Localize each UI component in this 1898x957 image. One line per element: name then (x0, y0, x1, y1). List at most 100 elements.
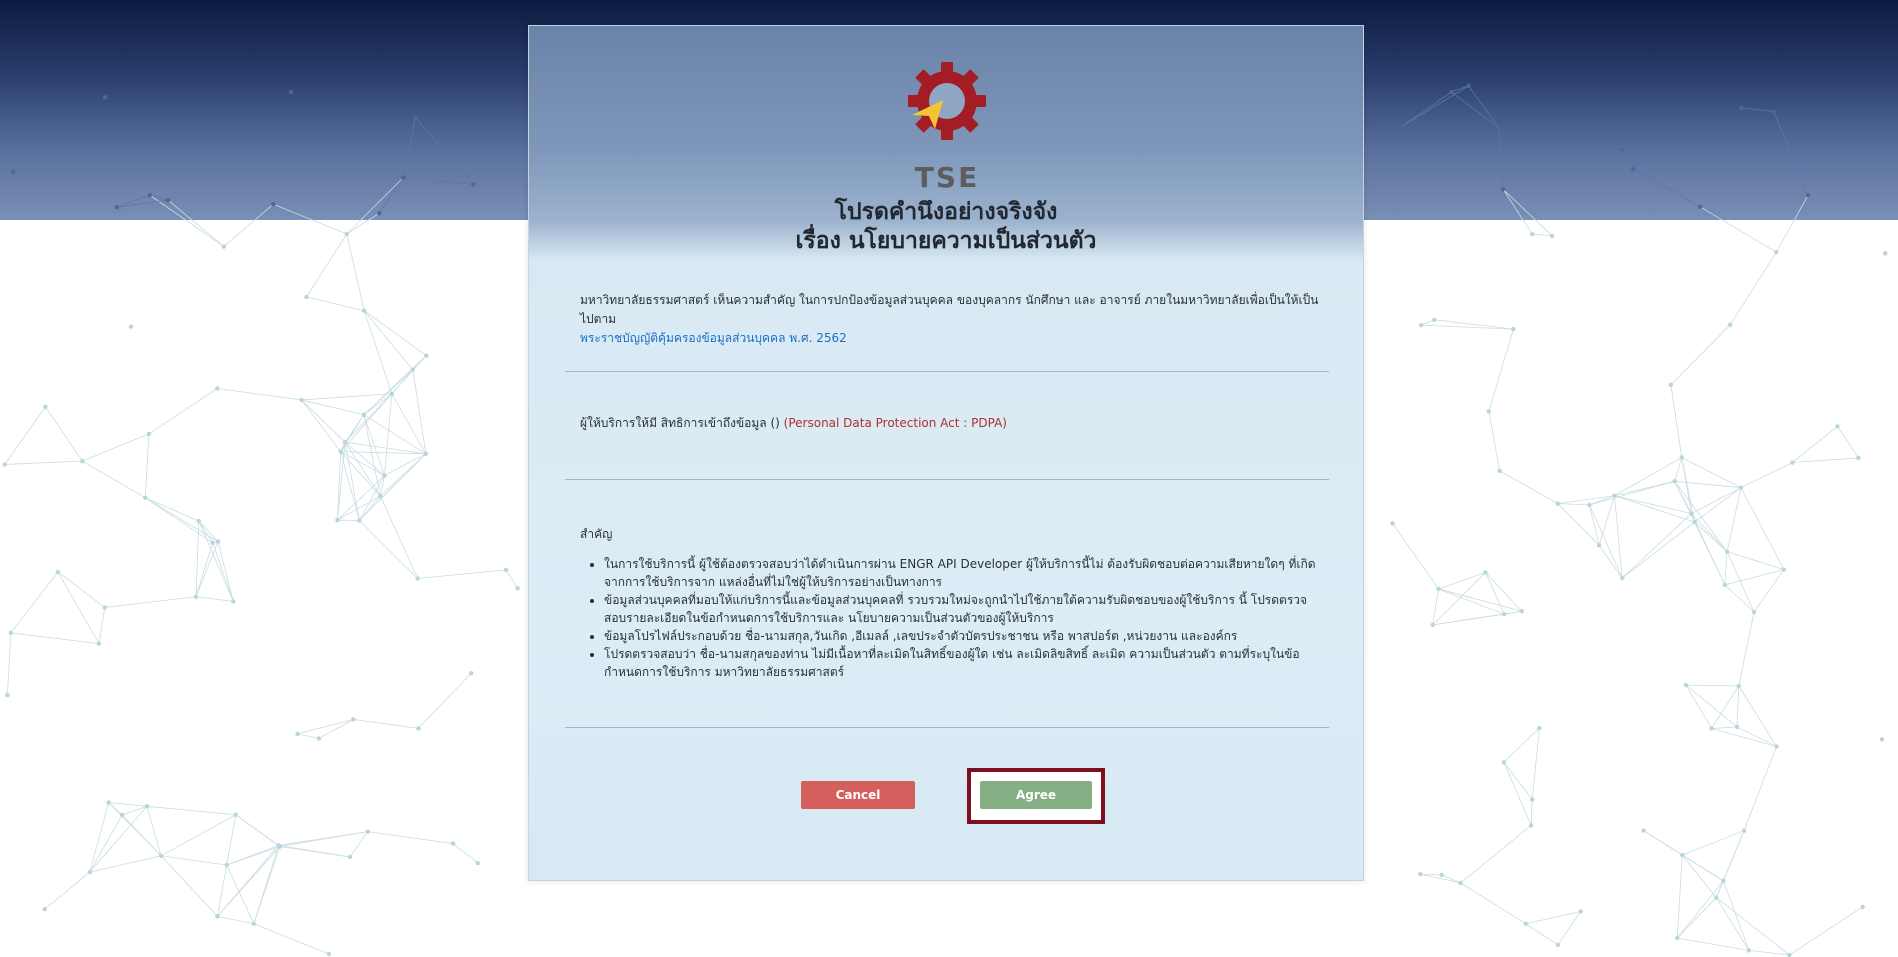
network-line (452, 843, 478, 864)
network-node (1511, 326, 1516, 332)
network-line (1736, 685, 1740, 727)
network-line (1738, 612, 1755, 686)
network-line (363, 393, 393, 416)
network-node (102, 605, 108, 610)
network-node (1519, 609, 1524, 614)
network-line (301, 393, 392, 401)
network-line (306, 296, 365, 312)
cancel-button[interactable]: Cancel (801, 781, 915, 809)
network-node (1620, 575, 1625, 581)
network-node (304, 294, 309, 300)
network-node (361, 412, 367, 417)
network-line (378, 177, 404, 214)
network-line (1525, 911, 1581, 925)
pdpa-label: (Personal Data Protection Act : PDPA) (783, 416, 1007, 430)
network-line (212, 542, 234, 602)
network-node (1436, 586, 1441, 592)
network-line (89, 814, 123, 873)
network-line (145, 497, 219, 542)
network-line (346, 177, 404, 235)
network-node (1523, 921, 1528, 926)
network-line (344, 442, 360, 521)
network-node (231, 599, 236, 604)
network-node (1587, 502, 1592, 508)
network-node (251, 921, 256, 926)
intro-paragraph: มหาวิทยาลัยธรรมศาสตร์ เห็นความสำคัญ ในกา… (580, 291, 1324, 348)
network-line (1557, 911, 1582, 946)
network-line (1775, 195, 1809, 253)
network-line (1724, 584, 1755, 613)
network-line (1789, 906, 1863, 956)
network-node (450, 841, 456, 846)
network-node (277, 844, 283, 849)
network-line (145, 497, 199, 522)
network-node (1739, 105, 1744, 111)
network-node (1734, 724, 1740, 730)
network-line (505, 569, 518, 589)
network-line (297, 733, 320, 739)
network-node (1736, 683, 1741, 689)
network-node (1483, 570, 1488, 575)
title-line-1: โปรดคำนึงอย่างจริงจัง (834, 199, 1058, 225)
network-node (423, 451, 429, 457)
agree-button[interactable]: Agree (980, 781, 1092, 809)
intro-text: มหาวิทยาลัยธรรมศาสตร์ เห็นความสำคัญ ในกา… (580, 293, 1319, 326)
network-node (1774, 744, 1779, 749)
network-node (416, 726, 421, 731)
network-line (149, 194, 169, 201)
network-node (1466, 83, 1471, 89)
network-node (1746, 948, 1752, 953)
network-line (195, 596, 234, 602)
network-line (1711, 685, 1740, 729)
network-node (344, 231, 349, 237)
network-node (224, 862, 229, 868)
network-line (1792, 426, 1838, 463)
network-node (1418, 322, 1424, 328)
network-node (1439, 872, 1444, 878)
network-line (149, 194, 225, 247)
network-line (1685, 684, 1712, 729)
network-line (1432, 572, 1486, 626)
network-line (226, 814, 237, 866)
network-node (1400, 123, 1406, 128)
network-line (1598, 495, 1615, 546)
network-node (221, 244, 227, 249)
network-node (215, 914, 220, 919)
network-node (413, 115, 418, 120)
network-line (391, 355, 427, 395)
network-node (43, 404, 48, 410)
list-item: ข้อมูลส่วนบุคคลที่มอบให้แก่บริการนี้และข… (604, 591, 1324, 627)
pdpa-act-link[interactable]: พระราชบัญญัติคุ้มครองข้อมูลส่วนบุคคล พ.ศ… (580, 331, 847, 345)
rights-statement: ผู้ให้บริการให้มี สิทธิการเข้าถึงข้อมูล … (580, 414, 1007, 432)
network-node (1502, 611, 1507, 617)
network-node (1781, 567, 1787, 572)
network-node (1774, 250, 1779, 255)
network-node (335, 517, 340, 523)
network-line (1402, 85, 1469, 126)
network-node (1390, 521, 1395, 526)
network-line (1499, 470, 1558, 504)
network-line (45, 406, 83, 462)
network-line (223, 203, 274, 247)
network-node (1530, 231, 1535, 237)
network-node (1596, 543, 1602, 548)
network-node (1500, 187, 1506, 192)
network-line (195, 541, 219, 597)
network-line (44, 871, 91, 910)
network-line (1773, 111, 1809, 196)
network-line (367, 831, 454, 844)
network-line (1598, 544, 1623, 579)
page: TSE โปรดคำนึงอย่างจริงจัง เรื่อง นโยบายค… (0, 0, 1898, 957)
network-line (1488, 411, 1501, 471)
network-node (106, 800, 111, 805)
network-line (1691, 487, 1742, 514)
network-node (2, 462, 7, 467)
network-line (108, 802, 148, 807)
network-line (1621, 513, 1692, 579)
network-node (1449, 89, 1454, 95)
network-line (402, 117, 416, 178)
network-node (96, 641, 102, 646)
network-node (342, 439, 348, 445)
network-line (1837, 426, 1859, 459)
network-line (1488, 328, 1514, 412)
